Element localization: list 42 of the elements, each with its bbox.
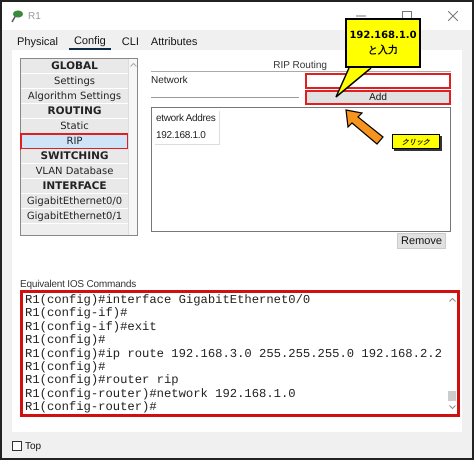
command-line: R1(config)#router rip — [25, 374, 180, 388]
command-line: R1(config-if)#exit — [25, 320, 158, 334]
sidebar-item[interactable]: Settings — [21, 74, 128, 89]
sidebar-header: GLOBAL — [21, 59, 128, 74]
section-title: RIP Routing — [272, 60, 328, 71]
sidebar-item[interactable]: Algorithm Settings — [21, 89, 128, 104]
table-cell[interactable]: 192.168.1.0 — [154, 127, 219, 144]
command-line: R1(config-router)#network 192.168.1.0 — [25, 388, 297, 401]
sidebar-item[interactable]: Static — [21, 119, 128, 134]
field-label: Network — [151, 75, 188, 86]
scroll-up-icon[interactable] — [448, 297, 456, 302]
sidebar-item[interactable]: GigabitEthernet0/0 — [21, 194, 128, 209]
sidebar-header: INTERFACE — [21, 179, 128, 194]
window-title: R1 — [28, 10, 42, 22]
command-line: R1(config)# — [25, 334, 106, 348]
router-icon — [10, 9, 24, 23]
tab[interactable]: Physical — [12, 35, 63, 49]
command-line: R1(config)# — [25, 361, 106, 374]
section-label: Equivalent IOS Commands — [20, 279, 138, 290]
network-field[interactable] — [305, 72, 451, 88]
column-header: etwork Addres — [155, 112, 216, 126]
sidebar-header: SWITCHING — [21, 149, 128, 164]
scroll-down-icon[interactable] — [448, 405, 456, 410]
close-icon[interactable] — [448, 11, 458, 21]
checkbox-label: Top — [25, 440, 42, 452]
command-line: R1(config)#ip route 192.168.3.0 255.255.255.0 192.168.2.2 — [25, 348, 443, 361]
scrollbar[interactable] — [128, 59, 137, 235]
checkbox[interactable] — [12, 441, 22, 451]
command-line: R1(config-router)# — [25, 401, 158, 415]
sidebar-header: ROUTING — [21, 104, 128, 119]
sidebar-item[interactable]: GigabitEthernet0/1 — [21, 209, 128, 224]
scroll-up-icon[interactable] — [130, 62, 136, 67]
scroll-thumb[interactable] — [448, 391, 456, 401]
command-line: R1(config-if)# — [25, 307, 128, 321]
command-line: R1(config)#interface GigabitEthernet0/0 — [25, 294, 312, 307]
remove-button[interactable]: Remove — [397, 233, 446, 249]
sidebar-item[interactable]: RIP — [21, 134, 128, 149]
add-button[interactable]: Add — [305, 90, 451, 105]
tab[interactable]: CLI — [116, 35, 144, 49]
tab[interactable]: Attributes — [146, 35, 202, 49]
sidebar-item[interactable]: VLAN Database — [21, 164, 128, 179]
arrow-icon — [345, 109, 385, 145]
